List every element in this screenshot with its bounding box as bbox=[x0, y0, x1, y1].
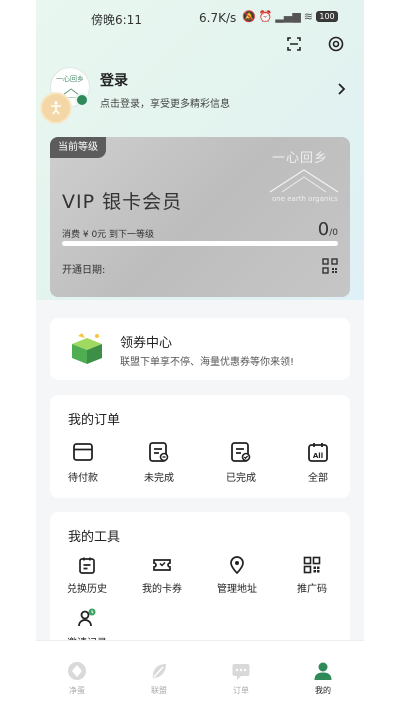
order-all[interactable]: All 全部 bbox=[288, 441, 348, 484]
vip-count-total: /0 bbox=[329, 228, 338, 238]
calendar-all-icon: All bbox=[308, 443, 328, 462]
clipboard-icon bbox=[79, 557, 95, 574]
vip-brand-english: one earth organics bbox=[272, 195, 338, 203]
scan-icon bbox=[287, 37, 301, 51]
svg-text:All: All bbox=[313, 452, 323, 460]
nav-label-lianmeng: 联盟 bbox=[151, 686, 167, 695]
order-incomplete-label: 未完成 bbox=[144, 473, 174, 484]
status-time: 傍晚6:11 bbox=[91, 13, 142, 27]
nav-label-orders: 订单 bbox=[233, 686, 249, 695]
my-orders-card: 我的订单 待付款 未完成 已完成 All 全部 bbox=[50, 395, 350, 498]
accessibility-icon bbox=[51, 101, 61, 115]
vip-level-tag: 当前等级 bbox=[50, 137, 106, 158]
doc-pending-icon bbox=[149, 442, 169, 462]
status-bar: 傍晚6:11 6.7K/s 🔕 ⏰ ▂▄▆ ≋ 100 bbox=[36, 0, 364, 34]
order-completed[interactable]: 已完成 bbox=[211, 441, 271, 484]
qrcode-icon bbox=[303, 556, 321, 574]
top-actions bbox=[286, 36, 344, 52]
order-pending-payment-label: 待付款 bbox=[68, 473, 98, 484]
vip-brand-logo: 一心回乡 bbox=[272, 151, 329, 166]
qrcode-icon[interactable] bbox=[322, 258, 338, 274]
order-completed-label: 已完成 bbox=[226, 473, 256, 484]
login-title[interactable]: 登录 bbox=[100, 70, 128, 90]
card-icon bbox=[73, 443, 93, 461]
coupon-center-subtitle: 联盟下单享不停、海量优惠券等你来领! bbox=[120, 357, 295, 368]
nav-item-mine[interactable]: 我的 bbox=[293, 661, 353, 696]
alarm-icon: ⏰ bbox=[258, 10, 273, 23]
vip-card[interactable]: 当前等级 一心回乡 one earth organics VIP 银卡会员 消费… bbox=[50, 137, 350, 297]
home-badge-icon bbox=[75, 93, 89, 107]
coupon-center-title: 领券中心 bbox=[120, 336, 173, 351]
order-all-label: 全部 bbox=[308, 473, 328, 484]
vip-count: 0/0 bbox=[318, 219, 338, 240]
order-incomplete[interactable]: 未完成 bbox=[129, 441, 189, 484]
accessibility-button[interactable] bbox=[40, 92, 72, 124]
mountain-logo-icon bbox=[269, 169, 339, 193]
app-screen: 傍晚6:11 6.7K/s 🔕 ⏰ ▂▄▆ ≋ 100 一心回乡 登录 点击登录… bbox=[36, 0, 364, 711]
location-icon bbox=[230, 556, 244, 574]
my-tools-card: 我的工具 兑换历史 我的卡券 管理地址 推广码 bbox=[50, 512, 350, 652]
my-tools-title: 我的工具 bbox=[68, 530, 121, 545]
tool-manage-address[interactable]: 管理地址 bbox=[207, 556, 267, 595]
coupon-center-card[interactable]: 领券中心 联盟下单享不停、海量优惠券等你来领! bbox=[50, 318, 350, 380]
user-clock-icon bbox=[78, 608, 96, 627]
vip-consume-text: 消费 ¥ 0元 到下一等级 bbox=[62, 230, 155, 240]
vip-count-value: 0 bbox=[317, 219, 330, 240]
user-icon bbox=[314, 662, 332, 680]
tool-promo-code[interactable]: 推广码 bbox=[282, 556, 342, 595]
diamond-icon bbox=[68, 662, 86, 680]
leaf-icon bbox=[152, 664, 166, 678]
chat-icon bbox=[232, 664, 250, 680]
nav-label-jingdan: 净蛋 bbox=[69, 686, 85, 695]
my-orders-title: 我的订单 bbox=[68, 413, 121, 428]
mute-icon: 🔕 bbox=[242, 10, 256, 23]
nav-item-lianmeng[interactable]: 联盟 bbox=[129, 661, 189, 696]
scan-button[interactable] bbox=[286, 36, 302, 52]
tool-exchange-history[interactable]: 兑换历史 bbox=[57, 556, 117, 595]
battery-icon: 100 bbox=[316, 11, 339, 22]
status-icons: 🔕 ⏰ ▂▄▆ ≋ 100 bbox=[242, 10, 339, 23]
doc-done-icon bbox=[231, 442, 251, 462]
tool-promo-code-label: 推广码 bbox=[297, 584, 327, 595]
order-pending-payment[interactable]: 待付款 bbox=[53, 441, 113, 484]
login-subtitle: 点击登录，享受更多精彩信息 bbox=[100, 99, 230, 110]
tool-exchange-history-label: 兑换历史 bbox=[67, 584, 107, 595]
settings-icon bbox=[328, 36, 344, 52]
nav-item-jingdan[interactable]: 净蛋 bbox=[47, 661, 107, 696]
vip-progress-bar bbox=[62, 241, 338, 246]
nav-item-orders[interactable]: 订单 bbox=[211, 661, 271, 696]
vip-open-date-label: 开通日期: bbox=[62, 265, 106, 276]
bottom-navigation: 净蛋 联盟 订单 我的 bbox=[36, 640, 364, 711]
tool-manage-address-label: 管理地址 bbox=[217, 584, 257, 595]
wifi-icon: ≋ bbox=[303, 10, 314, 23]
gift-box-icon bbox=[72, 333, 102, 364]
status-network-speed: 6.7K/s bbox=[199, 11, 237, 25]
vip-level-title: VIP 银卡会员 bbox=[62, 191, 183, 213]
ticket-icon bbox=[153, 559, 171, 571]
signal-icon: ▂▄▆ bbox=[275, 10, 301, 23]
settings-button[interactable] bbox=[328, 36, 344, 52]
nav-label-mine: 我的 bbox=[315, 686, 331, 695]
chevron-right-icon[interactable] bbox=[336, 83, 346, 95]
tool-my-coupons[interactable]: 我的卡券 bbox=[132, 556, 192, 595]
tool-my-coupons-label: 我的卡券 bbox=[142, 584, 182, 595]
